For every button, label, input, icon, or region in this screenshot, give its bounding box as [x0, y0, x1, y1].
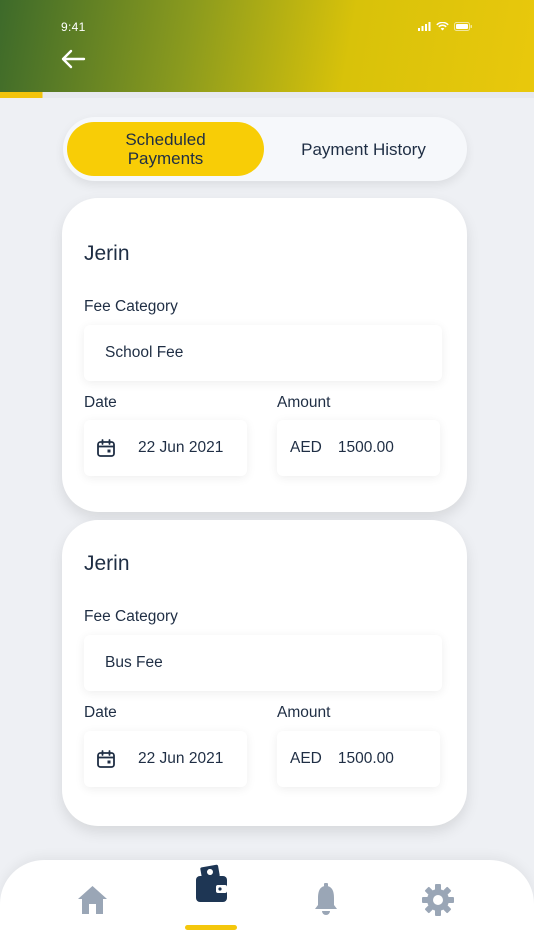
gear-icon[interactable] — [421, 883, 455, 917]
date-label: Date — [84, 704, 117, 721]
status-icons — [418, 22, 473, 31]
battery-icon — [454, 22, 472, 31]
bottom-navigation — [0, 860, 534, 950]
fee-category-value: Bus Fee — [105, 654, 163, 671]
payment-card: Jerin Fee Category School Fee Date Amoun… — [62, 198, 467, 512]
currency-label: AED — [290, 750, 322, 767]
active-tab-indicator — [185, 925, 237, 930]
wallet-icon[interactable] — [195, 864, 229, 904]
amount-field: AED 1500.00 — [277, 731, 440, 787]
amount-value: 1500.00 — [337, 439, 394, 456]
student-name: Jerin — [84, 242, 130, 265]
date-label: Date — [84, 394, 117, 411]
fee-category-value: School Fee — [105, 344, 184, 361]
calendar-icon — [97, 439, 115, 457]
currency-label: AED — [290, 439, 322, 456]
header-divider — [0, 92, 534, 98]
bell-icon[interactable] — [313, 882, 339, 916]
signal-icon — [418, 22, 431, 31]
wifi-icon — [436, 22, 449, 31]
calendar-icon — [97, 750, 115, 768]
amount-label: Amount — [277, 394, 331, 411]
date-field: 22 Jun 2021 — [84, 731, 247, 787]
student-name: Jerin — [84, 552, 130, 575]
app-header: 9:41 — [0, 0, 534, 94]
fee-category-field: School Fee — [84, 325, 442, 381]
payments-tab-toggle: Scheduled Payments Payment History — [63, 117, 467, 181]
amount-field: AED 1500.00 — [277, 420, 440, 476]
tab-scheduled-payments[interactable]: Scheduled Payments — [67, 122, 264, 176]
date-field: 22 Jun 2021 — [84, 420, 247, 476]
status-time: 9:41 — [61, 20, 86, 34]
amount-value: 1500.00 — [337, 750, 394, 767]
date-value: 22 Jun 2021 — [138, 439, 224, 456]
home-icon[interactable] — [76, 884, 109, 916]
fee-category-label: Fee Category — [84, 298, 178, 315]
fee-category-label: Fee Category — [84, 608, 178, 625]
back-arrow-icon[interactable] — [60, 48, 86, 70]
amount-label: Amount — [277, 704, 331, 721]
tab-payment-history[interactable]: Payment History — [265, 122, 462, 176]
date-value: 22 Jun 2021 — [138, 750, 224, 767]
payment-card: Jerin Fee Category Bus Fee Date Amount 2… — [62, 520, 467, 826]
fee-category-field: Bus Fee — [84, 635, 442, 691]
